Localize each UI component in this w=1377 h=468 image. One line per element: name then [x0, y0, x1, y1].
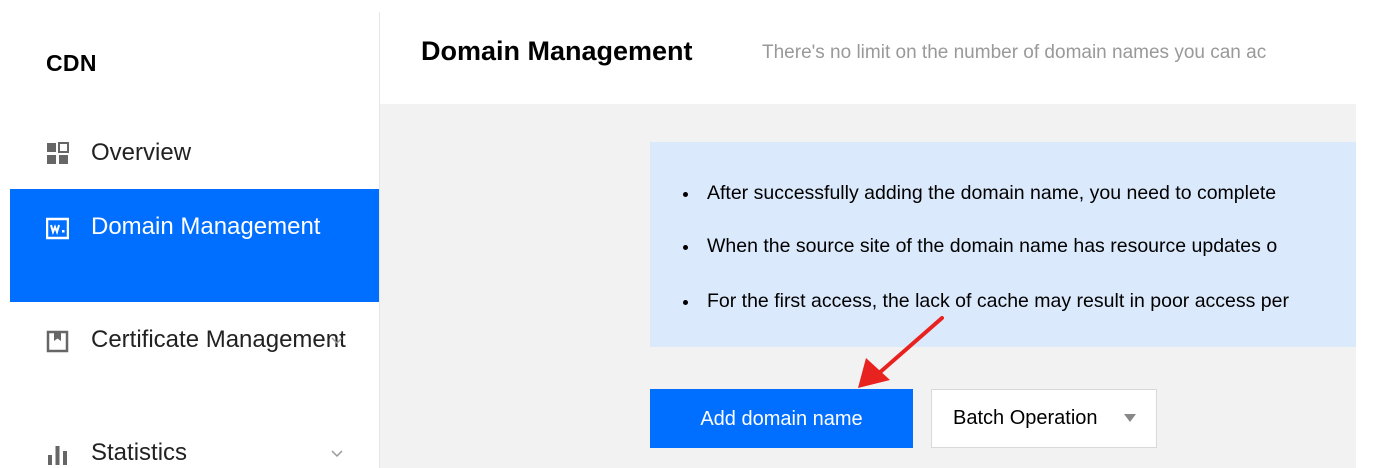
cdn-console: CDN Overview Domain Management Certifica… [0, 0, 1377, 468]
sidebar-item-domain-management[interactable]: Domain Management [10, 189, 379, 302]
sidebar-item-statistics[interactable]: Statistics [10, 433, 379, 468]
page-subtitle: There's no limit on the number of domain… [762, 42, 1267, 63]
app-name: CDN [46, 50, 97, 76]
sidebar-item-label: Domain Management [91, 213, 321, 240]
add-domain-button[interactable]: Add domain name [650, 389, 913, 448]
info-notice: After successfully adding the domain nam… [650, 142, 1356, 347]
sidebar-item-label: Certificate Management [91, 326, 346, 353]
info-list-item: After successfully adding the domain nam… [682, 182, 1276, 205]
main-content: Domain Management There's no limit on th… [380, 12, 1356, 468]
page-header: Domain Management There's no limit on th… [380, 12, 1356, 104]
sidebar-item-label: Statistics [91, 439, 188, 466]
overview-grid-icon [47, 142, 69, 164]
page-title: Domain Management [421, 36, 693, 66]
batch-operation-dropdown[interactable]: Batch Operation [931, 389, 1157, 448]
certificate-icon [46, 330, 69, 353]
info-list-item: For the first access, the lack of cache … [683, 290, 1289, 313]
sidebar: CDN Overview Domain Management Certifica… [10, 12, 380, 468]
sidebar-item-label: Overview [91, 139, 192, 166]
info-list-item: When the source site of the domain name … [682, 235, 1277, 258]
caret-down-icon [1124, 414, 1136, 422]
chevron-down-icon [331, 450, 343, 458]
statistics-bars-icon [48, 446, 67, 465]
domain-www-icon [46, 217, 69, 240]
sidebar-item-certificate-management[interactable]: Certificate Management [10, 322, 379, 400]
sidebar-item-overview[interactable]: Overview [10, 135, 379, 185]
batch-operation-label: Batch Operation [953, 407, 1098, 429]
chevron-down-icon [331, 337, 343, 345]
